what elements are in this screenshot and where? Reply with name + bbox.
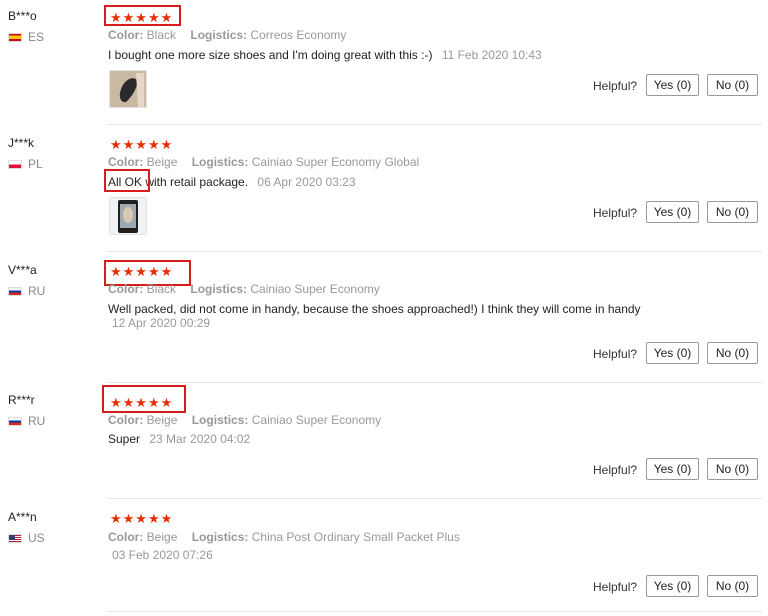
reviewer-country: RU bbox=[8, 414, 45, 428]
color-label: Color: bbox=[108, 413, 144, 427]
review-attributes: Color: Beige Logistics: China Post Ordin… bbox=[108, 530, 460, 544]
helpful-yes-button[interactable]: Yes (0) bbox=[646, 575, 699, 597]
logistics-label: Logistics: bbox=[190, 282, 248, 296]
review-date: 06 Apr 2020 03:23 bbox=[257, 175, 356, 189]
divider bbox=[108, 498, 762, 499]
divider bbox=[108, 251, 762, 252]
divider bbox=[108, 611, 762, 612]
logistics-value: Cainiao Super Economy bbox=[251, 413, 382, 427]
country-code: RU bbox=[28, 414, 46, 428]
logistics-value: Cainiao Super Economy Global bbox=[251, 155, 420, 169]
review-date: 11 Feb 2020 10:43 bbox=[441, 48, 542, 62]
reviewer-name: V***a bbox=[8, 263, 37, 277]
review-attributes: Color: Beige Logistics: Cainiao Super Ec… bbox=[108, 413, 381, 427]
review-text: Super 23 Mar 2020 04:02 bbox=[108, 432, 250, 446]
review-date: 23 Mar 2020 04:02 bbox=[149, 432, 251, 446]
reviewer-country: US bbox=[8, 531, 45, 545]
color-label: Color: bbox=[108, 530, 144, 544]
divider bbox=[108, 124, 762, 125]
review-date: 12 Apr 2020 00:29 bbox=[112, 316, 211, 330]
logistics-label: Logistics: bbox=[191, 155, 249, 169]
highlight-box bbox=[104, 5, 181, 26]
star-rating: ★★★★★ bbox=[110, 137, 174, 152]
divider bbox=[108, 382, 762, 383]
logistics-value: Correos Economy bbox=[250, 28, 347, 42]
helpful-label: Helpful? bbox=[593, 463, 638, 477]
helpful-no-button[interactable]: No (0) bbox=[707, 342, 758, 364]
review-attributes: Color: Black Logistics: Cainiao Super Ec… bbox=[108, 282, 380, 296]
review-body: Well packed, did not come in handy, beca… bbox=[108, 302, 641, 316]
color-label: Color: bbox=[108, 155, 144, 169]
review-attributes: Color: Beige Logistics: Cainiao Super Ec… bbox=[108, 155, 419, 169]
review-body: I bought one more size shoes and I'm doi… bbox=[108, 48, 433, 62]
color-label: Color: bbox=[108, 282, 144, 296]
helpful-label: Helpful? bbox=[593, 79, 638, 93]
helpful-yes-button[interactable]: Yes (0) bbox=[646, 342, 699, 364]
logistics-value: Cainiao Super Economy bbox=[250, 282, 380, 296]
color-value: Beige bbox=[146, 530, 178, 544]
helpful-no-button[interactable]: No (0) bbox=[707, 575, 758, 597]
review-photo[interactable] bbox=[109, 197, 147, 235]
logistics-label: Logistics: bbox=[191, 530, 249, 544]
reviewer-country: ES bbox=[8, 30, 44, 44]
logistics-value: China Post Ordinary Small Packet Plus bbox=[251, 530, 460, 544]
helpful-yes-button[interactable]: Yes (0) bbox=[646, 458, 699, 480]
reviewer-name: A***n bbox=[8, 510, 37, 524]
reviewer-name: B***o bbox=[8, 9, 37, 23]
review-text: Well packed, did not come in handy, beca… bbox=[108, 302, 641, 316]
color-value: Black bbox=[146, 282, 177, 296]
country-code: US bbox=[28, 531, 45, 545]
helpful-no-button[interactable]: No (0) bbox=[707, 74, 758, 96]
helpful-label: Helpful? bbox=[593, 206, 638, 220]
review-attributes: Color: Black Logistics: Correos Economy bbox=[108, 28, 346, 42]
helpful-yes-button[interactable]: Yes (0) bbox=[646, 201, 699, 223]
color-label: Color: bbox=[108, 28, 144, 42]
review-photo[interactable] bbox=[109, 70, 147, 108]
logistics-label: Logistics: bbox=[191, 413, 249, 427]
color-value: Beige bbox=[146, 413, 178, 427]
poland-flag-icon bbox=[8, 159, 22, 169]
reviewer-country: PL bbox=[8, 157, 43, 171]
russia-flag-icon bbox=[8, 416, 22, 426]
highlight-box bbox=[102, 385, 186, 413]
helpful-label: Helpful? bbox=[593, 580, 638, 594]
russia-flag-icon bbox=[8, 286, 22, 296]
star-rating: ★★★★★ bbox=[110, 511, 174, 526]
helpful-no-button[interactable]: No (0) bbox=[707, 458, 758, 480]
usa-flag-icon bbox=[8, 533, 22, 543]
review-text: I bought one more size shoes and I'm doi… bbox=[108, 48, 542, 62]
helpful-label: Helpful? bbox=[593, 347, 638, 361]
spain-flag-icon bbox=[8, 32, 22, 42]
color-value: Beige bbox=[146, 155, 178, 169]
reviewer-name: R***r bbox=[8, 393, 35, 407]
highlight-box bbox=[104, 169, 150, 192]
review-body: Super bbox=[108, 432, 141, 446]
helpful-yes-button[interactable]: Yes (0) bbox=[646, 74, 699, 96]
reviewer-name: J***k bbox=[8, 136, 35, 150]
country-code: PL bbox=[28, 157, 43, 171]
review-date: 03 Feb 2020 07:26 bbox=[112, 548, 213, 562]
country-code: ES bbox=[28, 30, 45, 44]
helpful-no-button[interactable]: No (0) bbox=[707, 201, 758, 223]
reviewer-country: RU bbox=[8, 284, 45, 298]
color-value: Black bbox=[146, 28, 177, 42]
logistics-label: Logistics: bbox=[190, 28, 248, 42]
country-code: RU bbox=[28, 284, 46, 298]
